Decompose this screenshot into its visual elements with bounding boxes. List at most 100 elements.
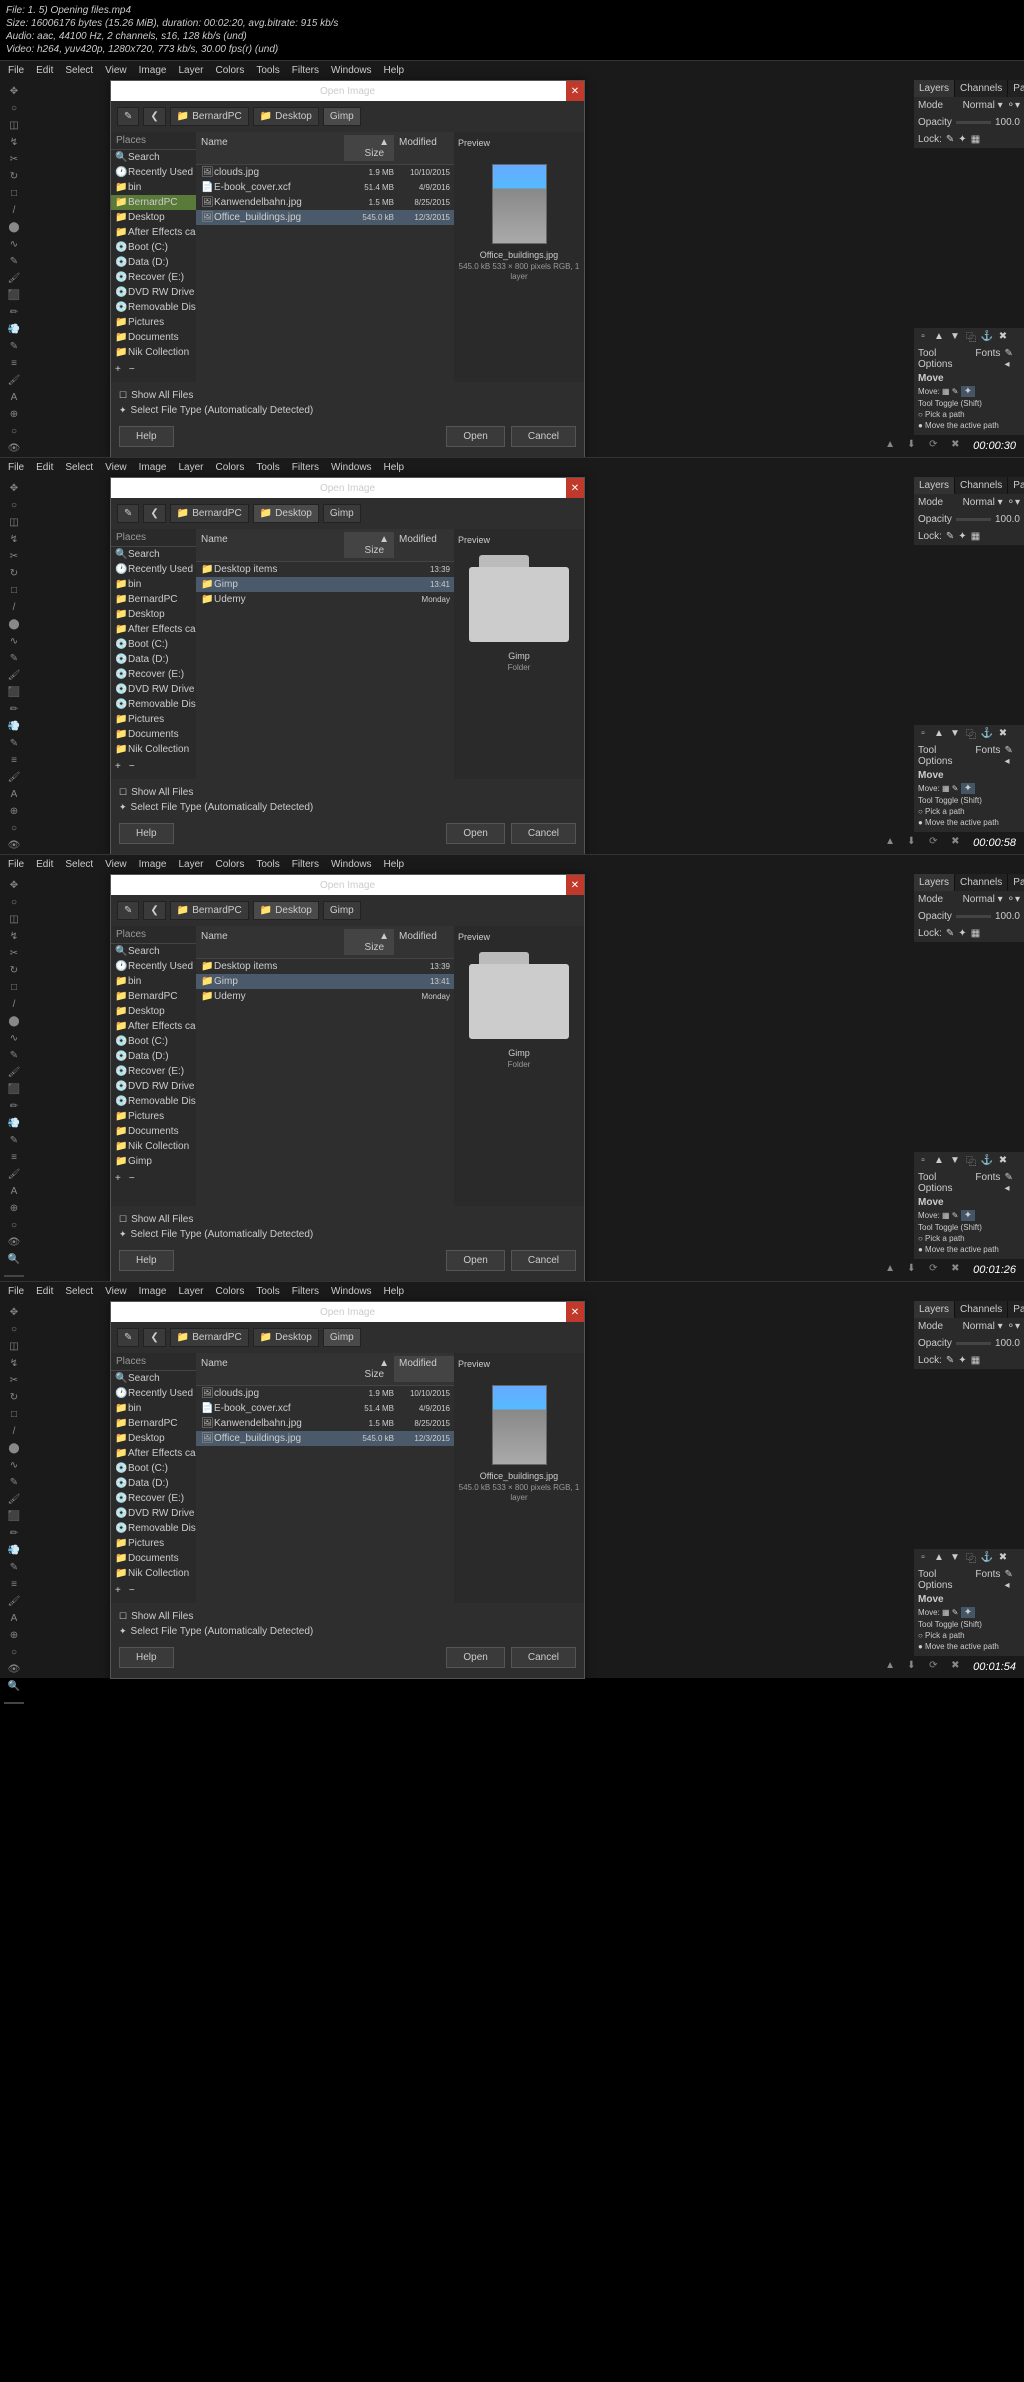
remove-place-button[interactable]: − xyxy=(129,1585,135,1596)
tool-icon[interactable]: 💨 xyxy=(7,1118,21,1129)
pencil-icon[interactable]: ✎ xyxy=(117,504,139,523)
place-item[interactable]: 💿Boot (C:) xyxy=(111,240,196,255)
close-button[interactable]: ✕ xyxy=(566,875,584,895)
tab[interactable]: Layers xyxy=(914,80,955,97)
open-button[interactable]: Open xyxy=(446,1250,504,1271)
file-row[interactable]: 🖼clouds.jpg1.9 MB10/10/2015 xyxy=(196,1386,454,1401)
add-place-button[interactable]: + xyxy=(115,364,121,375)
menu-item[interactable]: Select xyxy=(65,1286,93,1297)
tool-icon[interactable]: ✥ xyxy=(7,880,21,891)
tool-icon[interactable]: ≡ xyxy=(7,755,21,766)
menu-item[interactable]: Layer xyxy=(178,462,203,473)
add-place-button[interactable]: + xyxy=(115,1585,121,1596)
tool-icon[interactable]: / xyxy=(7,999,21,1010)
tool-icon[interactable]: ⬤ xyxy=(7,619,21,630)
menu-item[interactable]: Image xyxy=(139,462,167,473)
menu-item[interactable]: Layer xyxy=(178,859,203,870)
breadcrumb-bernardpc[interactable]: 📁 BernardPC xyxy=(170,504,249,523)
tool-icon[interactable]: 🖌 xyxy=(7,273,21,284)
place-item[interactable]: 📁BernardPC xyxy=(111,1416,196,1431)
opacity-slider[interactable] xyxy=(956,915,991,918)
menu-item[interactable]: Colors xyxy=(215,859,244,870)
menu-item[interactable]: Filters xyxy=(292,65,319,76)
menu-item[interactable]: Colors xyxy=(215,1286,244,1297)
tool-icon[interactable]: □ xyxy=(7,188,21,199)
place-item[interactable]: 📁Desktop xyxy=(111,210,196,225)
tool-icon[interactable]: ⬤ xyxy=(7,1016,21,1027)
menu-item[interactable]: Help xyxy=(384,1286,405,1297)
place-item[interactable]: 📁BernardPC xyxy=(111,195,196,210)
lock-pixels-icon[interactable]: ✎ xyxy=(946,134,954,145)
duplicate-icon[interactable]: ⿻ xyxy=(964,1551,978,1563)
pick-path-radio[interactable]: ○ Pick a path xyxy=(918,1233,1020,1244)
open-button[interactable]: Open xyxy=(446,1647,504,1668)
close-button[interactable]: ✕ xyxy=(566,478,584,498)
size-column[interactable]: ▲ Size xyxy=(344,135,394,161)
tool-icon[interactable]: ⬤ xyxy=(7,222,21,233)
raise-icon[interactable]: ▲ xyxy=(932,1551,946,1563)
tool-icon[interactable]: 👁 xyxy=(7,1664,21,1675)
place-item[interactable]: 📁After Effects cac... xyxy=(111,622,196,637)
tool-options-tab[interactable]: Tool Options xyxy=(918,1569,971,1591)
tool-icon[interactable]: ✂ xyxy=(7,1375,21,1386)
place-item[interactable]: 📁bin xyxy=(111,974,196,989)
pick-path-radio[interactable]: ○ Pick a path xyxy=(918,409,1020,420)
file-row[interactable]: 🖼Kanwendelbahn.jpg1.5 MB8/25/2015 xyxy=(196,195,454,210)
tool-options-tab[interactable]: Fonts xyxy=(975,745,1000,767)
place-item[interactable]: 📁BernardPC xyxy=(111,592,196,607)
place-item[interactable]: 📁bin xyxy=(111,577,196,592)
select-file-type[interactable]: ✦ Select File Type (Automatically Detect… xyxy=(119,1227,576,1242)
tool-icon[interactable]: ○ xyxy=(7,897,21,908)
mode-dropdown[interactable]: Normal ▾ xyxy=(947,497,1003,508)
new-layer-icon[interactable]: ▫ xyxy=(916,727,930,739)
menu-item[interactable]: Windows xyxy=(331,65,372,76)
tool-icon[interactable]: ○ xyxy=(7,1647,21,1658)
tool-icon[interactable]: 🖌 xyxy=(7,670,21,681)
lock-alpha-icon[interactable]: ✦ xyxy=(958,928,966,939)
modified-column[interactable]: Modified xyxy=(394,532,454,558)
cancel-button[interactable]: Cancel xyxy=(511,1250,576,1271)
opacity-slider[interactable] xyxy=(956,1342,991,1345)
menu-item[interactable]: Image xyxy=(139,1286,167,1297)
file-row[interactable]: 📁Desktop items13:39 xyxy=(196,562,454,577)
name-column[interactable]: Name xyxy=(196,929,344,955)
tool-icon[interactable]: ✏ xyxy=(7,1101,21,1112)
delete-icon[interactable]: ✖ xyxy=(996,1551,1010,1563)
breadcrumb-gimp[interactable]: Gimp xyxy=(323,901,361,920)
color-swatch[interactable] xyxy=(4,1275,24,1277)
lock-all-icon[interactable]: ▦ xyxy=(971,928,980,939)
place-item[interactable]: 📁Desktop xyxy=(111,1431,196,1446)
back-button[interactable]: ❮ xyxy=(143,1328,165,1347)
file-row[interactable]: 🖼clouds.jpg1.9 MB10/10/2015 xyxy=(196,165,454,180)
tool-icon[interactable]: ○ xyxy=(7,823,21,834)
breadcrumb-desktop[interactable]: 📁 Desktop xyxy=(253,504,319,523)
place-item[interactable]: 📁Pictures xyxy=(111,712,196,727)
tool-icon[interactable]: ✎ xyxy=(7,1477,21,1488)
back-button[interactable]: ❮ xyxy=(143,504,165,523)
tool-icon[interactable]: ○ xyxy=(7,1220,21,1231)
duplicate-icon[interactable]: ⿻ xyxy=(964,330,978,342)
menu-item[interactable]: Edit xyxy=(36,1286,53,1297)
size-column[interactable]: ▲ Size xyxy=(344,929,394,955)
move-mode[interactable]: Move: ▦ ✎ ✦ xyxy=(918,1606,1020,1619)
raise-icon[interactable]: ▲ xyxy=(932,1154,946,1166)
tool-icon[interactable]: ↻ xyxy=(7,171,21,182)
tool-icon[interactable]: ◫ xyxy=(7,120,21,131)
place-item[interactable]: 📁Pictures xyxy=(111,1109,196,1124)
tool-icon[interactable]: 🖌 xyxy=(7,1596,21,1607)
menu-item[interactable]: File xyxy=(8,859,24,870)
menu-item[interactable]: File xyxy=(8,1286,24,1297)
move-path-radio[interactable]: ● Move the active path xyxy=(918,420,1020,431)
tool-icon[interactable]: A xyxy=(7,392,21,403)
tool-icon[interactable]: 🖌 xyxy=(7,1494,21,1505)
tool-options-tab[interactable]: Fonts xyxy=(975,1569,1000,1591)
back-button[interactable]: ❮ xyxy=(143,901,165,920)
name-column[interactable]: Name xyxy=(196,135,344,161)
name-column[interactable]: Name xyxy=(196,1356,344,1382)
tool-icon[interactable]: ⊕ xyxy=(7,806,21,817)
place-item[interactable]: 💿DVD RW Drive (G:) xyxy=(111,1079,196,1094)
menu-item[interactable]: Layer xyxy=(178,1286,203,1297)
menu-item[interactable]: Filters xyxy=(292,859,319,870)
tool-icon[interactable]: ✎ xyxy=(7,256,21,267)
menu-item[interactable]: View xyxy=(105,1286,127,1297)
